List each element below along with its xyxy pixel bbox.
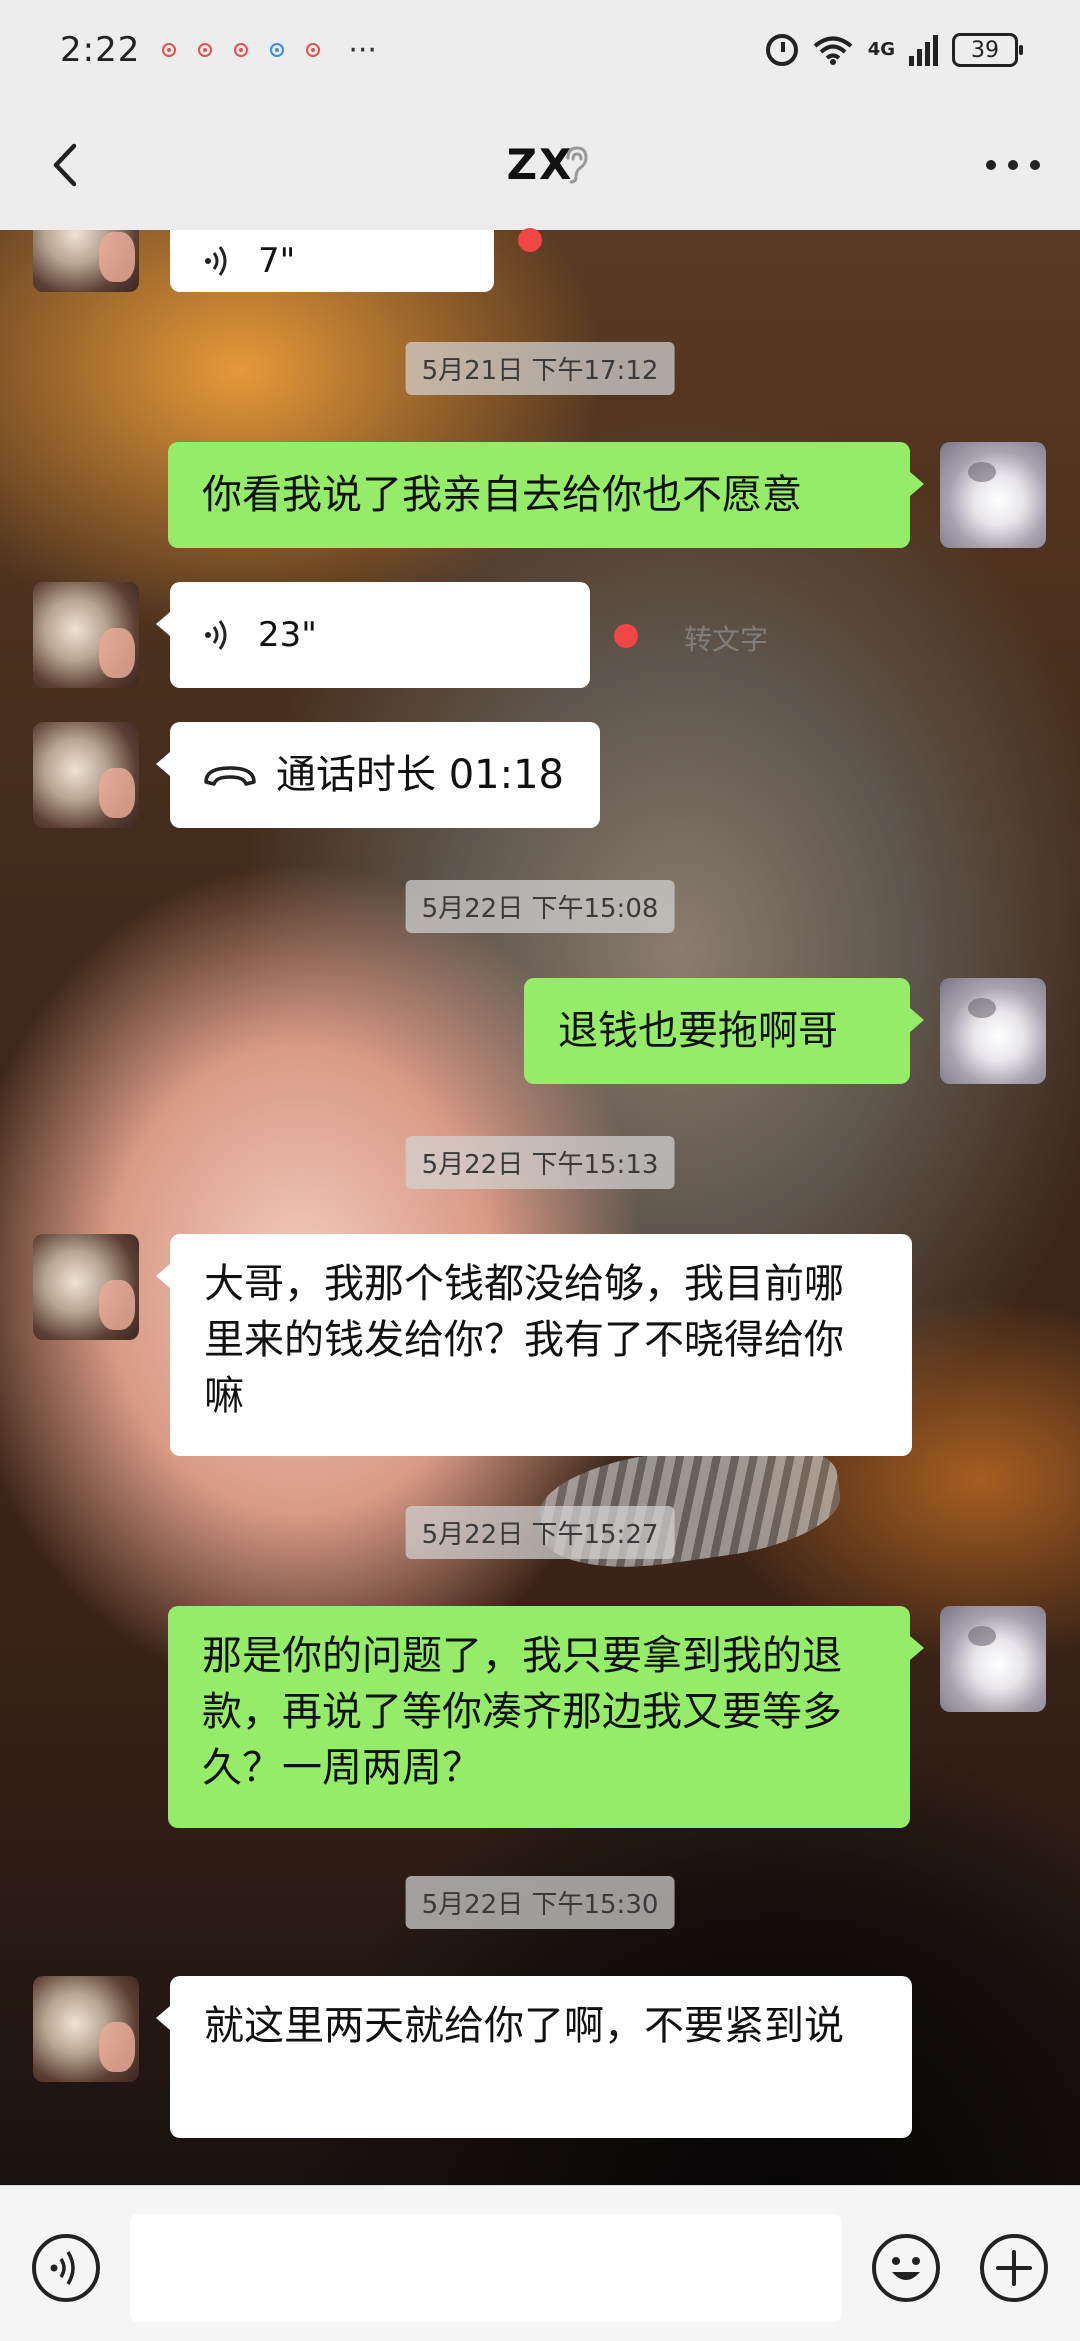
status-left: 2:22 ··· [60, 30, 377, 70]
notification-icon [198, 43, 213, 57]
alarm-icon [765, 34, 798, 66]
more-notifications-icon: ··· [348, 32, 377, 68]
status-bar: 2:22 ··· 4G 39 [0, 0, 1080, 100]
contact-avatar[interactable] [33, 582, 139, 688]
notification-icon [306, 43, 321, 57]
message-input[interactable] [130, 2214, 842, 2322]
voice-message[interactable]: 23" [156, 582, 590, 688]
received-message[interactable]: 大哥，我那个钱都没给够，我目前哪里来的钱发给你？我有了不晓得给你嘛 [156, 1234, 912, 1456]
sent-message[interactable]: 你看我说了我亲自去给你也不愿意 [168, 442, 924, 548]
message-timestamp: 5月21日 下午17:12 [405, 342, 675, 395]
message-timestamp: 5月22日 下午15:08 [405, 880, 675, 933]
voice-wave-icon [205, 620, 227, 650]
voice-wave-icon [205, 246, 227, 276]
message-timestamp: 5月22日 下午15:27 [405, 1506, 675, 1559]
notification-icon [234, 43, 249, 57]
phone-hangup-icon [204, 766, 256, 786]
chat-title: ZX [506, 140, 574, 189]
status-right: 4G 39 [765, 33, 1023, 67]
contact-avatar[interactable] [33, 1234, 139, 1340]
contact-avatar[interactable] [33, 1976, 139, 2082]
my-avatar[interactable] [940, 978, 1046, 1084]
emoji-icon[interactable] [870, 2232, 942, 2304]
voice-duration: 23" [258, 615, 317, 655]
more-actions-plus-icon[interactable] [978, 2232, 1050, 2304]
wifi-icon [813, 36, 852, 65]
battery-level: 39 [971, 37, 999, 63]
chat-header: ZX [0, 100, 1080, 230]
unread-voice-dot [518, 228, 542, 252]
battery-icon: 39 [952, 33, 1023, 67]
earpiece-mode-icon [566, 146, 588, 184]
convert-to-text-label[interactable]: 转文字 [684, 618, 768, 658]
signal-icon [909, 34, 938, 66]
voice-duration: 7" [258, 241, 296, 281]
message-timestamp: 5月22日 下午15:30 [405, 1876, 675, 1929]
sent-message[interactable]: 那是你的问题了，我只要拿到我的退款，再说了等你凑齐那边我又要等多久？一周两周？ [168, 1606, 924, 1828]
my-avatar[interactable] [940, 1606, 1046, 1712]
call-duration-text: 通话时长 01:18 [276, 752, 564, 798]
voice-input-icon[interactable] [30, 2232, 102, 2304]
contact-avatar[interactable] [33, 722, 139, 828]
my-avatar[interactable] [940, 442, 1046, 548]
chat-input-bar [0, 2185, 1080, 2341]
status-time: 2:22 [60, 30, 141, 70]
more-options-icon[interactable] [986, 160, 1040, 172]
message-timestamp: 5月22日 下午15:13 [405, 1136, 675, 1189]
sent-message[interactable]: 退钱也要拖啊哥 [524, 978, 924, 1084]
unread-voice-dot [614, 624, 638, 648]
call-record-message[interactable]: 通话时长 01:18 [156, 722, 600, 828]
notification-icon [270, 43, 285, 57]
network-type: 4G [867, 39, 895, 60]
notification-icon [162, 43, 177, 57]
received-message[interactable]: 就这里两天就给你了啊，不要紧到说 [156, 1976, 912, 2138]
